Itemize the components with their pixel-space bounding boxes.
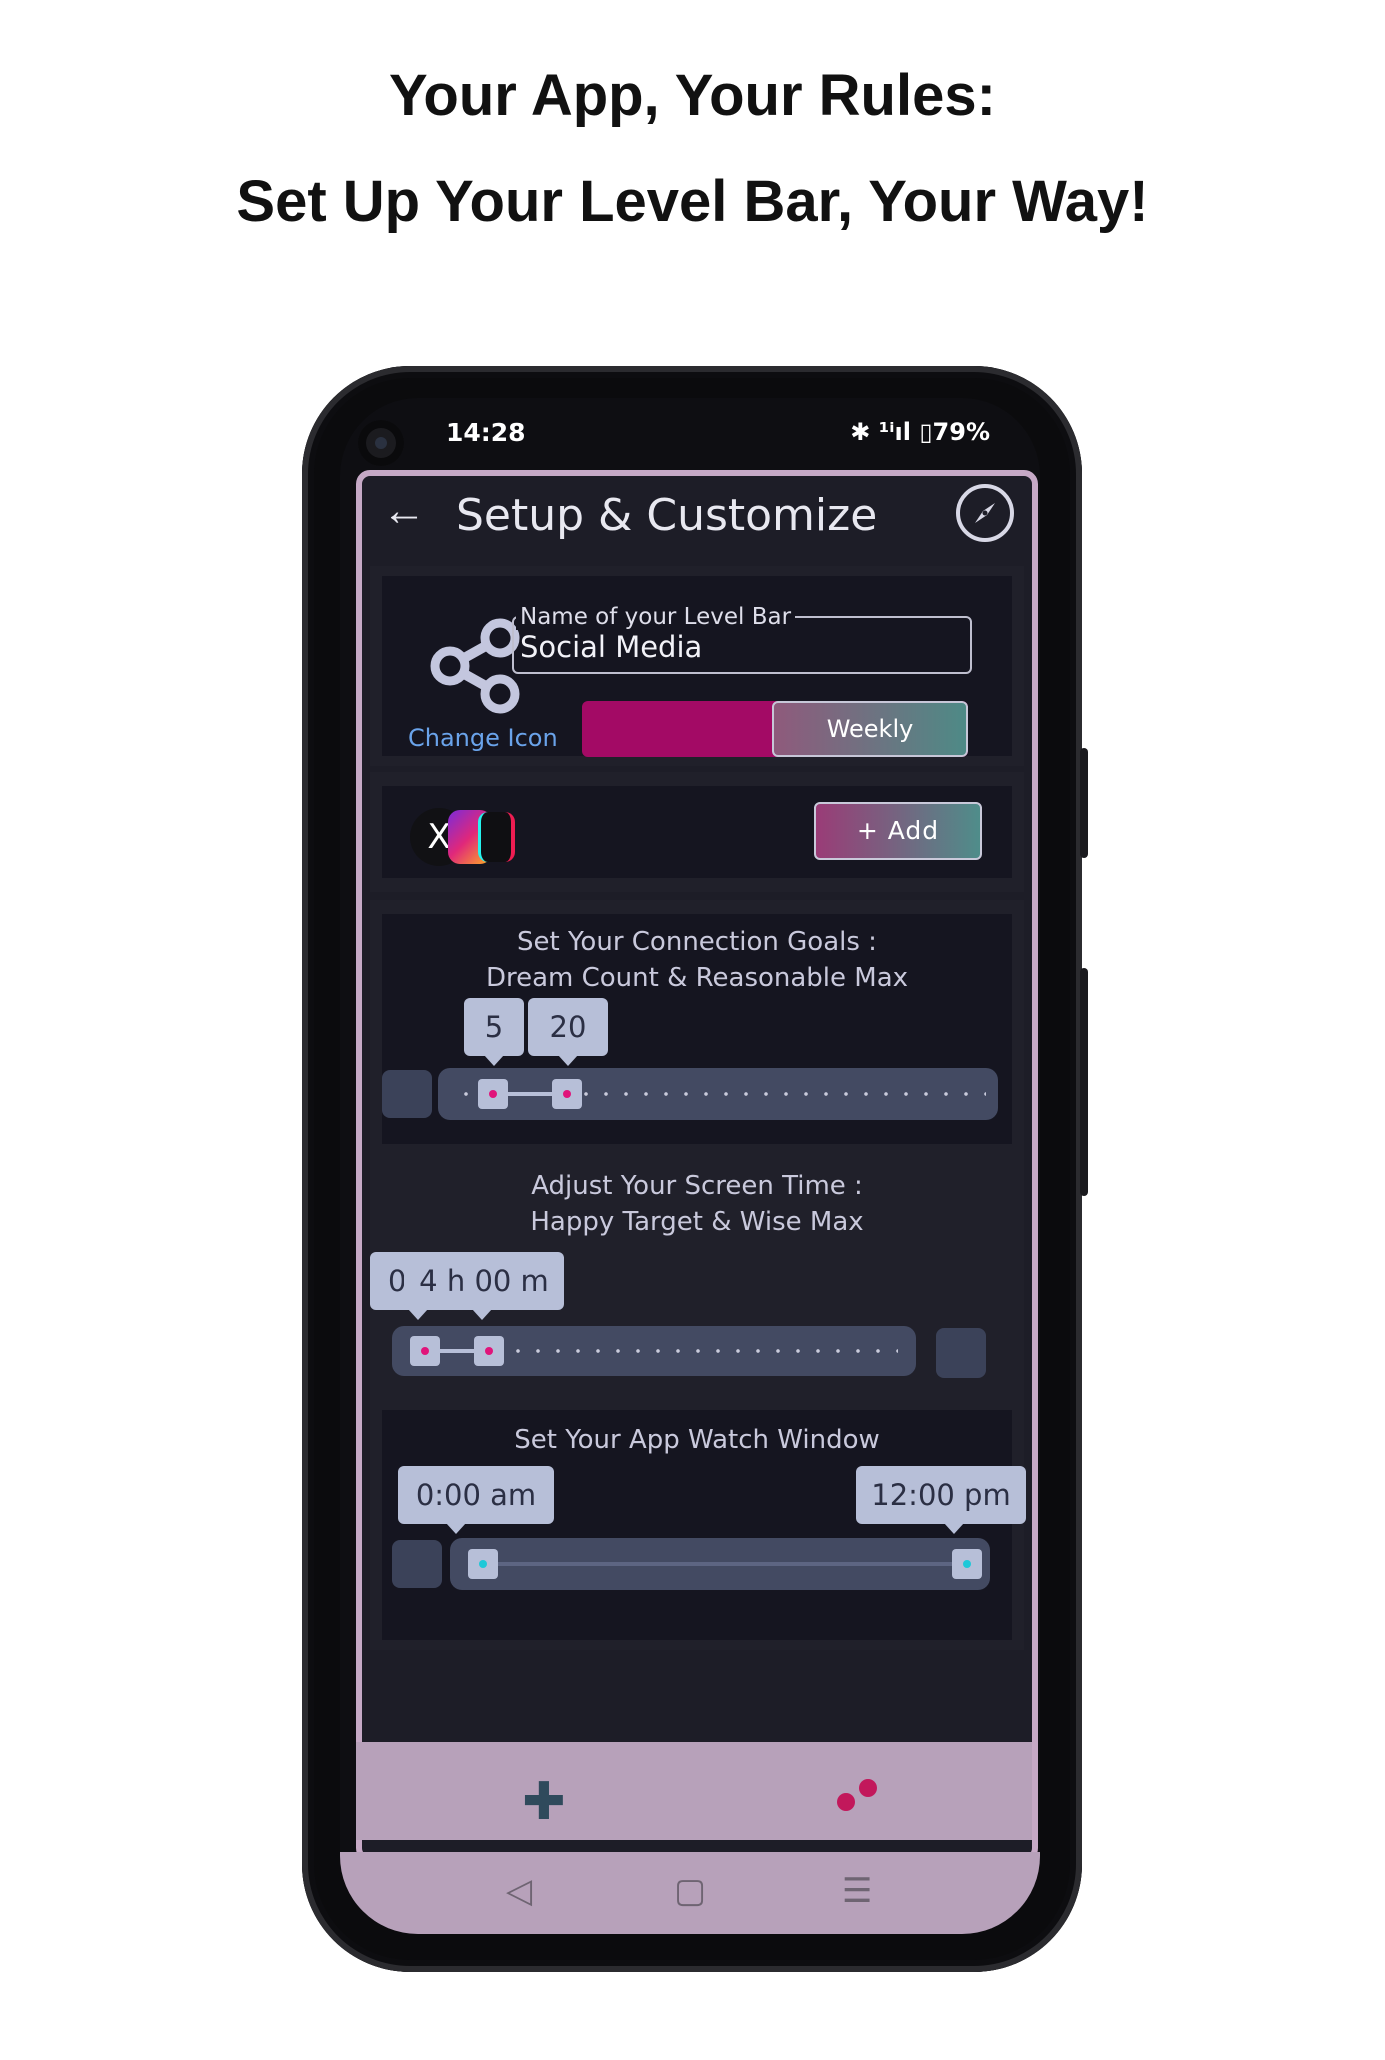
share-icon[interactable] (424, 616, 524, 716)
wise-max-bubble: 4 h 00 m (404, 1252, 564, 1320)
plus-icon[interactable]: ✚ (522, 1776, 566, 1828)
promo-headline-line1: Your App, Your Rules: (389, 63, 996, 128)
connection-goals-panel: Set Your Connection Goals : Dream Count … (382, 914, 1012, 1144)
status-time: 14:28 (446, 418, 526, 447)
watch-window-range (486, 1562, 952, 1566)
app-header: ← Setup & Customize (362, 476, 1032, 566)
reasonable-max-thumb[interactable] (552, 1079, 582, 1109)
level-bar-card: Change Icon Name of your Level Bar Socia… (370, 566, 1024, 766)
status-indicators: ✱ ¹ⁱıl ▯79% (850, 418, 990, 446)
screen-time-title-line1: Adjust Your Screen Time : (531, 1171, 863, 1201)
bottom-action-bar: ✚ (356, 1742, 1032, 1840)
dots-icon[interactable] (836, 1778, 880, 1814)
apps-panel: X + Add (382, 786, 1012, 878)
system-navigation-bar: ◁ ▢ ☰ (340, 1852, 1040, 1934)
level-bar-name-label: Name of your Level Bar (516, 604, 796, 630)
page-title: Setup & Customize (456, 490, 878, 541)
period-weekly-option[interactable]: Weekly (772, 701, 968, 757)
screen-time-section: Adjust Your Screen Time : Happy Target &… (370, 1156, 1024, 1386)
app-window: ← Setup & Customize Change Icon Name of … (356, 470, 1038, 1862)
watch-end-bubble: 12:00 pm (856, 1466, 1026, 1534)
change-icon-link[interactable]: Change Icon (408, 724, 558, 752)
nav-home-icon[interactable]: ▢ (674, 1874, 706, 1908)
front-camera (358, 420, 404, 466)
dream-count-bubble: 5 (464, 998, 524, 1066)
apps-card: X + Add (370, 772, 1024, 892)
add-app-button[interactable]: + Add (814, 802, 982, 860)
connection-goals-title-line2: Dream Count & Reasonable Max (485, 963, 909, 993)
period-toggle[interactable]: Weekly (582, 701, 968, 757)
reasonable-max-bubble: 20 (528, 998, 608, 1066)
app-icons-group: X (410, 806, 520, 868)
level-bar-panel: Change Icon Name of your Level Bar Socia… (382, 576, 1012, 757)
connection-goals-left-box (382, 1070, 432, 1118)
compass-icon[interactable] (956, 484, 1014, 542)
connection-goals-title-line1: Set Your Connection Goals : (517, 927, 877, 957)
watch-start-bubble: 0:00 am (398, 1466, 554, 1534)
happy-target-thumb[interactable] (410, 1336, 440, 1366)
watch-window-panel: Set Your App Watch Window 0:00 am 12:00 … (382, 1410, 1026, 1640)
nav-back-icon[interactable]: ◁ (506, 1874, 532, 1908)
screen-time-ticks (488, 1349, 898, 1353)
volume-button (1080, 748, 1088, 858)
nav-menu-icon[interactable]: ☰ (842, 1874, 872, 1908)
watch-start-thumb[interactable] (468, 1549, 498, 1579)
promo-headline-line2: Set Up Your Level Bar, Your Way! (236, 169, 1149, 234)
screen-time-title-line2: Happy Target & Wise Max (530, 1207, 864, 1237)
watch-end-thumb[interactable] (952, 1549, 982, 1579)
watch-window-title: Set Your App Watch Window (514, 1425, 880, 1455)
power-button (1080, 968, 1088, 1196)
phone-screen: 14:28 ✱ ¹ⁱıl ▯79% ← Setup & Customize Ch… (340, 398, 1040, 1934)
goals-card: Set Your Connection Goals : Dream Count … (370, 900, 1026, 1650)
screen-time-right-box (936, 1328, 986, 1378)
wise-max-thumb[interactable] (474, 1336, 504, 1366)
tiktok-icon (478, 812, 515, 862)
level-bar-name-value[interactable]: Social Media (520, 630, 702, 664)
watch-window-left-box (392, 1540, 442, 1588)
dream-count-thumb[interactable] (478, 1079, 508, 1109)
back-arrow-icon[interactable]: ← (382, 486, 426, 536)
status-bar: 14:28 ✱ ¹ⁱıl ▯79% (340, 398, 1040, 466)
